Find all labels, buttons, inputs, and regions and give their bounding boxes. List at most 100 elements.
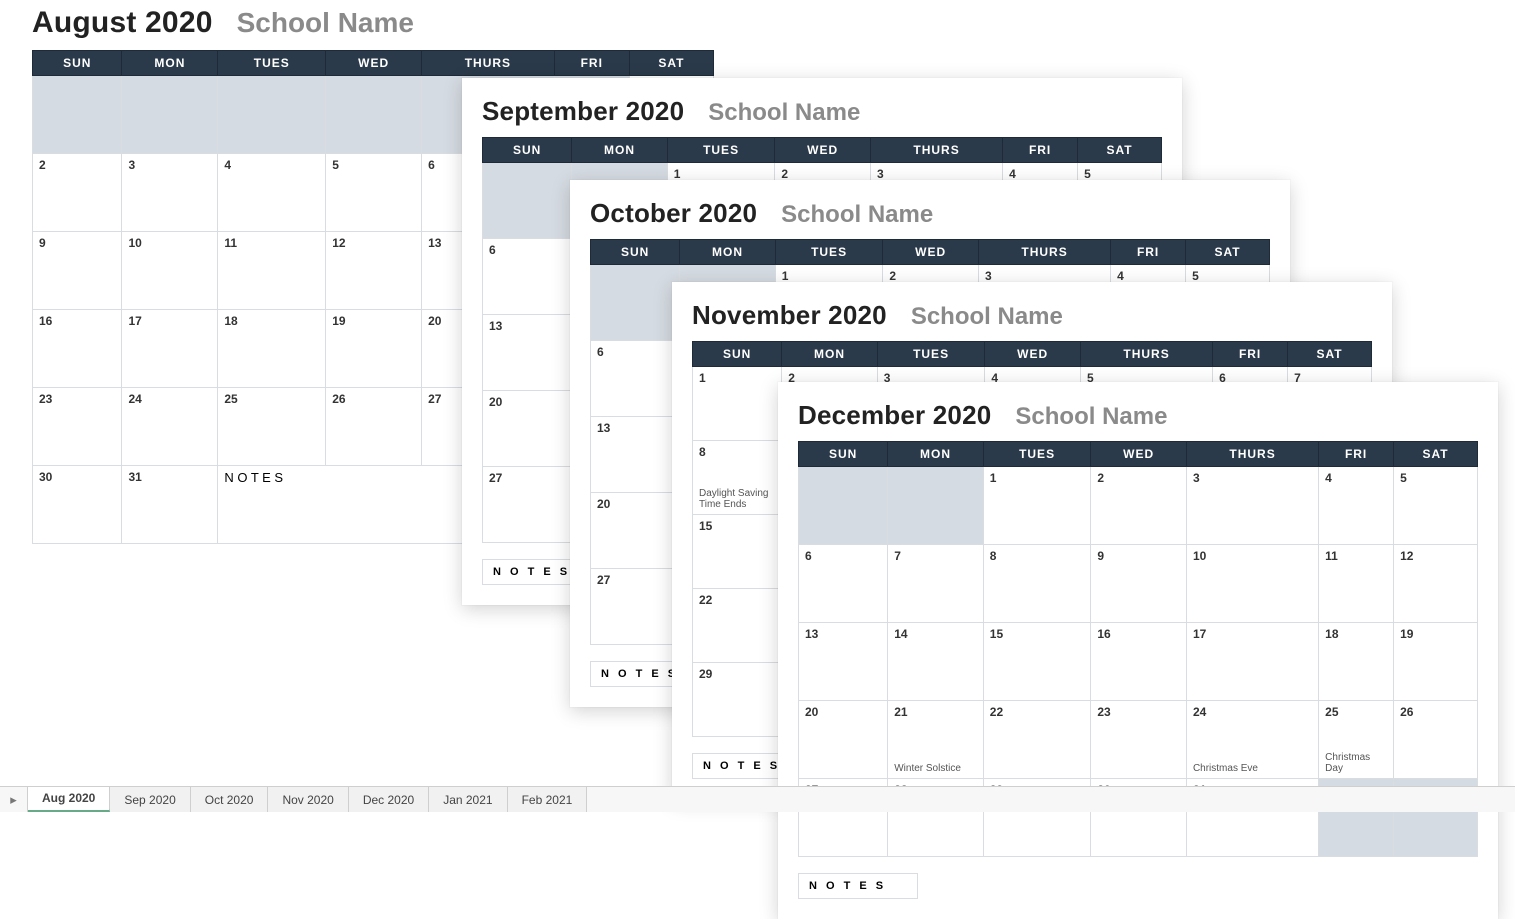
day-header: FRI: [1003, 138, 1078, 163]
day-number: 17: [1193, 627, 1312, 641]
day-cell[interactable]: 1: [983, 467, 1091, 545]
sheet-tab[interactable]: Jan 2021: [429, 787, 507, 812]
day-cell[interactable]: 9: [1091, 545, 1187, 623]
day-header: FRI: [1319, 442, 1394, 467]
sheet-tab[interactable]: Sep 2020: [110, 787, 190, 812]
day-cell[interactable]: [591, 265, 680, 341]
sheet-tab[interactable]: Feb 2021: [508, 787, 588, 812]
day-cell[interactable]: 7: [888, 545, 984, 623]
day-cell[interactable]: [218, 76, 326, 154]
day-cell[interactable]: 10: [1186, 545, 1318, 623]
day-cell[interactable]: [888, 467, 984, 545]
day-number: 18: [224, 314, 319, 328]
day-cell[interactable]: 25: [218, 388, 326, 466]
day-header: SAT: [1186, 240, 1270, 265]
day-cell[interactable]: 16: [33, 310, 122, 388]
day-header: SUN: [33, 51, 122, 76]
day-cell[interactable]: 27: [483, 467, 572, 543]
day-cell[interactable]: 22: [693, 589, 782, 663]
school-name[interactable]: School Name: [911, 303, 1063, 331]
day-header: MON: [888, 442, 984, 467]
day-cell[interactable]: 26: [1394, 701, 1478, 779]
day-cell[interactable]: 30: [33, 466, 122, 544]
day-cell[interactable]: 3: [1186, 467, 1318, 545]
day-cell[interactable]: 11: [1319, 545, 1394, 623]
school-name[interactable]: School Name: [781, 201, 933, 229]
sheet-tab[interactable]: Oct 2020: [191, 787, 269, 812]
day-cell[interactable]: 4: [218, 154, 326, 232]
day-cell[interactable]: [122, 76, 218, 154]
day-cell[interactable]: 8Daylight Saving Time Ends: [693, 441, 782, 515]
day-cell[interactable]: 19: [326, 310, 422, 388]
day-cell[interactable]: 13: [799, 623, 888, 701]
day-cell[interactable]: 16: [1091, 623, 1187, 701]
day-cell[interactable]: 2: [33, 154, 122, 232]
day-header: THURS: [1186, 442, 1318, 467]
day-cell[interactable]: 5: [1394, 467, 1478, 545]
day-cell[interactable]: 19: [1394, 623, 1478, 701]
day-number: 6: [489, 243, 565, 257]
day-cell[interactable]: 12: [326, 232, 422, 310]
day-cell[interactable]: 20: [799, 701, 888, 779]
day-cell[interactable]: 25Christmas Day: [1319, 701, 1394, 779]
day-number: 2: [889, 269, 972, 283]
day-cell[interactable]: 13: [591, 417, 680, 493]
school-name[interactable]: School Name: [237, 7, 414, 39]
day-number: 2: [1097, 471, 1180, 485]
day-number: 13: [805, 627, 881, 641]
day-cell[interactable]: 27: [591, 569, 680, 645]
day-cell[interactable]: 22: [983, 701, 1091, 779]
day-cell[interactable]: 1: [693, 367, 782, 441]
day-cell[interactable]: 21Winter Solstice: [888, 701, 984, 779]
day-cell[interactable]: 14: [888, 623, 984, 701]
day-cell[interactable]: 13: [483, 315, 572, 391]
day-cell[interactable]: 3: [122, 154, 218, 232]
day-cell[interactable]: 10: [122, 232, 218, 310]
day-header: MON: [782, 342, 878, 367]
notes-label[interactable]: N O T E S: [798, 873, 918, 899]
day-cell[interactable]: [326, 76, 422, 154]
day-cell[interactable]: 6: [591, 341, 680, 417]
day-cell[interactable]: 15: [693, 515, 782, 589]
day-cell[interactable]: [799, 467, 888, 545]
day-cell[interactable]: 20: [483, 391, 572, 467]
day-cell[interactable]: 20: [591, 493, 680, 569]
day-cell[interactable]: 11: [218, 232, 326, 310]
day-cell[interactable]: 18: [1319, 623, 1394, 701]
day-cell[interactable]: [483, 163, 572, 239]
day-header: THURS: [978, 240, 1110, 265]
day-cell[interactable]: 18: [218, 310, 326, 388]
day-cell[interactable]: 2: [1091, 467, 1187, 545]
day-cell[interactable]: 31: [122, 466, 218, 544]
day-number: 13: [489, 319, 565, 333]
day-cell[interactable]: 26: [326, 388, 422, 466]
sheet-tab[interactable]: Dec 2020: [349, 787, 429, 812]
school-name[interactable]: School Name: [1015, 403, 1167, 431]
day-cell[interactable]: 23: [1091, 701, 1187, 779]
day-cell[interactable]: 24: [122, 388, 218, 466]
day-cell[interactable]: [33, 76, 122, 154]
day-cell[interactable]: 15: [983, 623, 1091, 701]
day-cell[interactable]: 9: [33, 232, 122, 310]
day-cell[interactable]: 12: [1394, 545, 1478, 623]
day-cell[interactable]: 6: [483, 239, 572, 315]
school-name[interactable]: School Name: [708, 99, 860, 127]
day-cell[interactable]: 4: [1319, 467, 1394, 545]
day-number: 13: [597, 421, 673, 435]
day-number: 26: [332, 392, 415, 406]
day-header: TUES: [877, 342, 985, 367]
day-cell[interactable]: 5: [326, 154, 422, 232]
day-number: 31: [128, 470, 211, 484]
day-cell[interactable]: 17: [1186, 623, 1318, 701]
day-cell[interactable]: 8: [983, 545, 1091, 623]
sheet-tab[interactable]: Aug 2020: [28, 787, 110, 812]
day-number: 1: [699, 371, 775, 385]
day-number: 8: [990, 549, 1085, 563]
day-cell[interactable]: 17: [122, 310, 218, 388]
tab-scroll-icon[interactable]: ▸: [0, 787, 28, 812]
day-cell[interactable]: 23: [33, 388, 122, 466]
day-cell[interactable]: 6: [799, 545, 888, 623]
day-cell[interactable]: 24Christmas Eve: [1186, 701, 1318, 779]
day-cell[interactable]: 29: [693, 663, 782, 737]
sheet-tab[interactable]: Nov 2020: [268, 787, 348, 812]
